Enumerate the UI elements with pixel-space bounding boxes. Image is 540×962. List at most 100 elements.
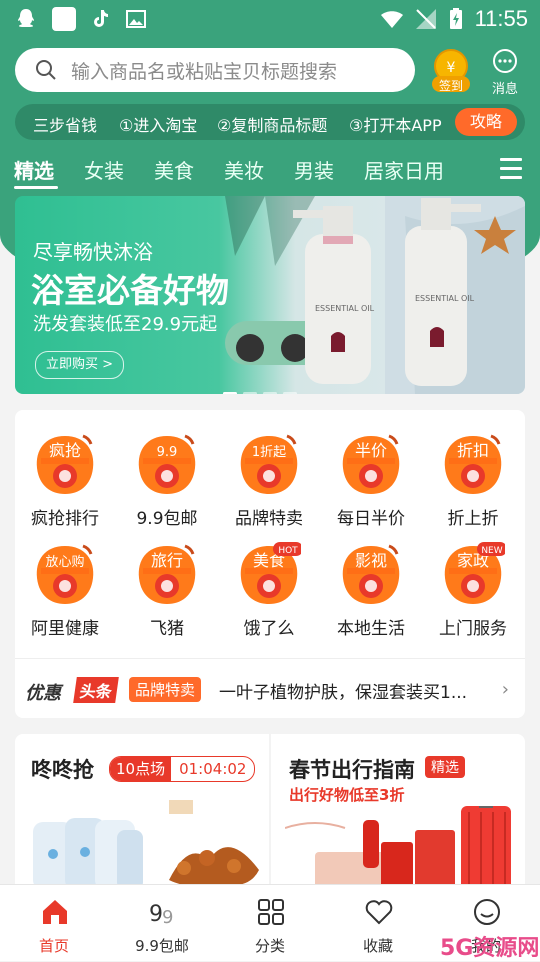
feature-badge-text: 1折起 [252,445,286,460]
promo-banner[interactable]: ESSENTIAL OIL ESSENTIAL OIL 尽享畅快沐浴 浴室必备好… [15,196,525,394]
nine-nine-icon: 99 [149,902,173,927]
no-signal-icon [416,9,436,29]
signin-label: 签到 [438,79,463,93]
feature-badge-text: 9.9 [157,445,178,460]
travel-products-image [285,806,511,896]
flash-sale-card[interactable]: 咚咚抢 10点场 01:04:02 [15,734,269,904]
status-bar: 11:55 [0,0,540,38]
feature-grid: 疯抢疯抢排行 9.9 9.9包邮 1折起品牌特卖 半价每日半价 折扣折上折放心购阿里健康 旅… [15,410,525,718]
news-brand-tag: 头条 [73,677,119,703]
tab-home-label: 首页 [38,937,69,955]
feature-label: 折上折 [447,509,499,529]
feature-label: 飞猪 [150,619,184,639]
tab-womens[interactable]: 女装 [84,155,124,184]
feature-badge-text: 折扣 [457,441,489,460]
search-icon [36,60,56,80]
flash-sale-title: 咚咚抢 [31,758,94,782]
wifi-icon [381,11,403,28]
qq-icon [18,9,34,27]
feature-badge-text: 放心购 [45,554,84,570]
tab-nine-nine-nav[interactable]: 99 9.9包邮 [108,885,216,961]
eleme-icon: 美食HOT [240,542,301,604]
menu-icon[interactable] [500,158,522,185]
message-button[interactable]: 消息 [484,46,526,97]
hot-badge: HOT [273,542,301,556]
banner-subtitle: 尽享畅快沐浴 [33,240,153,264]
news-tag: 品牌特卖 [129,677,202,702]
countdown: 01:04:02 [179,760,247,778]
tab-category-nav[interactable]: 分类 [216,885,324,961]
corner-badge-text: HOT [278,546,298,556]
tab-featured[interactable]: 精选 [14,155,54,184]
crown-icon: 1折起 [240,434,298,494]
tag-icon: 折扣 [444,434,502,494]
tab-nine-nine-label: 9.9包邮 [135,937,189,955]
tab-favorites-label: 收藏 [362,937,393,955]
flash-sale-products-image [33,800,259,890]
step-1: ①进入淘宝 [119,116,198,135]
product-label-2: ESSENTIAL OIL [415,294,475,303]
feature-label: 9.9包邮 [136,509,198,529]
tab-mens[interactable]: 男装 [294,155,334,184]
feature-label: 疯抢排行 [31,509,99,529]
search-box[interactable]: 输入商品名或粘贴宝贝标题搜索 [15,48,415,92]
pig-icon: 旅行 [138,544,196,604]
travel-title: 春节出行指南 [289,758,415,782]
banner-title: 浴室必备好物 [31,271,229,310]
travel-subtitle: 出行好物低至3折 [289,786,405,804]
svg-text:¥: ¥ [447,60,456,76]
cat-icon: 家政NEW [444,542,505,604]
tab-home-nav[interactable]: 首页 [0,885,108,961]
heart-pulse-icon: 放心购 [36,544,94,604]
steps-title: 三步省钱 [33,116,98,135]
product-label-1: ESSENTIAL OIL [315,304,375,313]
buy-now-button[interactable]: 立即购买 > [35,351,125,379]
active-tab-indicator [14,186,58,189]
feature-badge-text: 旅行 [151,551,183,570]
tab-beauty[interactable]: 美妆 [224,155,264,184]
tab-favorites-nav[interactable]: 收藏 [324,885,432,961]
carousel-dots [223,380,303,394]
step-3: ③打开本APP [349,116,442,135]
message-label: 消息 [491,82,518,97]
feature-label: 上门服务 [439,619,507,639]
signin-button[interactable]: ¥ 签到 [428,46,474,96]
category-tabs: 精选 女装 美食 美妆 男装 居家日用 [0,150,540,190]
grid-icon [258,899,284,925]
travel-guide-card[interactable]: 春节出行指南 精选 出行好物低至3折 [271,734,525,904]
image-icon [126,10,146,28]
news-ticker[interactable]: 优惠 头条 品牌特卖 一叶子植物护肤，保湿套装买1... › [15,658,525,721]
home-icon [43,900,67,924]
feature-badge-text: 影视 [355,551,387,570]
svg-text:9: 9 [149,902,163,927]
tab-food[interactable]: 美食 [154,155,194,184]
yen-icon: 半价 [342,434,400,494]
feature-label: 本地生活 [337,619,405,639]
search-placeholder: 输入商品名或粘贴宝贝标题搜索 [71,61,338,83]
tab-category-label: 分类 [254,937,285,955]
fire-icon: 疯抢 [36,434,94,494]
banner-product-image: ESSENTIAL OIL ESSENTIAL OIL [225,196,525,394]
feature-badge-text: 疯抢 [49,441,81,460]
news-text: 一叶子植物护肤，保湿套装买1... [219,683,468,703]
new-badge: NEW [477,542,505,556]
steps-bar: 三步省钱 ①进入淘宝 ②复制商品标题 ③打开本APP 攻略 [15,104,525,140]
battery-charging-icon [450,8,462,29]
gift-icon: 9.9 [138,434,196,494]
feature-badge-text: 半价 [355,441,387,460]
featured-badge: 精选 [425,756,465,778]
flash-sale-timer: 10点场 01:04:02 [109,756,256,782]
feature-label: 每日半价 [337,509,405,529]
heart-icon [365,900,393,925]
news-brand: 优惠 [25,683,61,704]
step-2: ②复制商品标题 [217,116,328,135]
session-label: 10点场 [110,757,172,781]
chat-bubble-icon [493,49,517,73]
feature-label: 品牌特卖 [235,509,303,529]
app-square-icon [52,7,76,31]
feature-label: 阿里健康 [31,619,99,639]
chevron-right-icon: › [501,679,509,700]
tab-home[interactable]: 居家日用 [364,155,444,184]
guide-button[interactable]: 攻略 [455,108,517,136]
banner-price: 洗发套装低至29.9元起 [33,314,218,335]
